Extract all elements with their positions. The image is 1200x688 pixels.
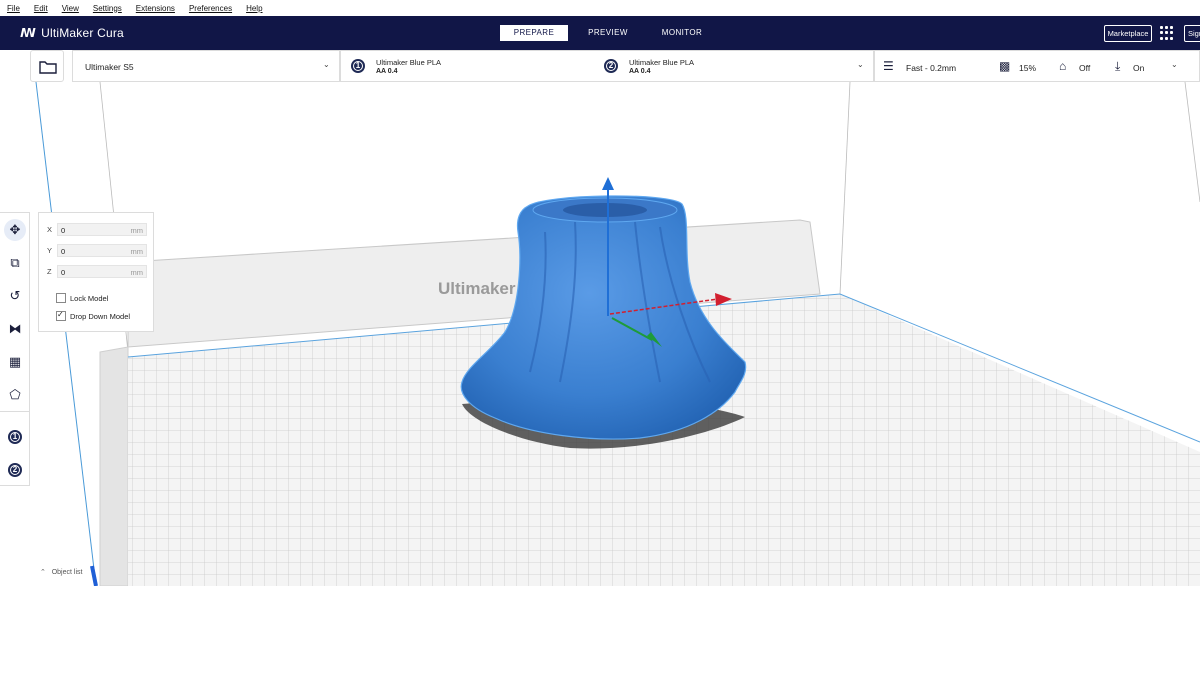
folder-icon [39,61,57,74]
z-value: 0 [61,267,66,277]
sign-in-button[interactable]: Sign [1184,25,1200,42]
marketplace-button[interactable]: Marketplace [1104,25,1152,42]
extruder-2-material: Ultimaker Blue PLA [629,58,695,67]
scale-tool-icon[interactable]: ⧉ [4,252,26,274]
tool-panel: ✥ ⧉ ↺ ⧓ ▦ ⬠ 1 2 [0,212,30,486]
extruder-2-badge: 2 [604,59,618,73]
menu-preferences[interactable]: Preferences [189,4,232,13]
menu-extensions[interactable]: Extensions [136,4,175,13]
drop-down-model-label: Drop Down Model [70,311,131,321]
menu-view[interactable]: View [62,4,79,13]
x-unit: mm [130,225,144,235]
chevron-down-icon: ⌄ [323,60,330,69]
menu-bar: File Edit View Settings Extensions Prefe… [0,0,1200,16]
lock-model-box[interactable] [56,293,66,303]
printer-name: Ultimaker S5 [85,62,134,72]
chevron-up-icon: ⌃ [40,569,46,576]
per-model-settings-icon[interactable]: ▦ [4,351,26,373]
adhesion-value: On [1133,63,1145,73]
move-tool-panel: X 0 mm Y 0 mm Z 0 mm Lock Model Drop Dow… [38,212,154,332]
y-row: Y 0 mm [47,243,147,257]
stage-tabs: PREPARE PREVIEW MONITOR [500,25,722,41]
extruder-1-icon[interactable]: 1 [4,426,26,448]
x-position-input[interactable]: 0 mm [57,222,147,236]
profile-label: Fast - 0.2mm [906,63,957,73]
x-row: X 0 mm [47,222,147,236]
tab-prepare[interactable]: PREPARE [500,25,568,41]
extruder-1-tool-badge: 1 [8,430,22,444]
material-selector[interactable]: 1 Ultimaker Blue PLA AA 0.4 2 Ultimaker … [340,50,874,82]
chevron-down-icon: ⌄ [857,60,864,69]
app-header: ꟿ UltiMaker Cura PREPARE PREVIEW MONITOR… [0,16,1200,50]
drop-down-model-checkbox[interactable]: Drop Down Model [56,310,131,321]
chevron-down-icon: ⌄ [1171,60,1178,69]
ultimaker-logo-icon: ꟿ [20,26,37,40]
extruder-1-badge: 1 [351,59,365,73]
extruder-1-material: Ultimaker Blue PLA [376,58,442,67]
sliders-icon: ☰ [883,59,894,73]
y-value: 0 [61,246,66,256]
object-list-label: Object list [51,569,83,576]
menu-settings[interactable]: Settings [93,4,122,13]
printer-selector[interactable]: Ultimaker S5 ⌄ [72,50,340,82]
rotate-tool-icon[interactable]: ↺ [4,285,26,307]
move-tool-icon[interactable]: ✥ [4,219,26,241]
x-value: 0 [61,225,66,235]
support-icon: ⌂ [1059,59,1067,73]
menu-edit[interactable]: Edit [34,4,48,13]
extruder-2-core: AA 0.4 [629,68,651,75]
y-unit: mm [130,246,144,256]
x-label: X [47,224,53,234]
infill-value: 15% [1019,63,1037,73]
object-list-toggle[interactable]: ⌃ Object list [40,568,82,576]
drop-down-model-box[interactable] [56,310,66,321]
app-title: UltiMaker Cura [41,26,124,40]
lock-model-label: Lock Model [70,293,109,303]
mirror-tool-icon[interactable]: ⧓ [4,318,26,340]
lock-model-checkbox[interactable]: Lock Model [56,293,108,303]
infill-icon: ▩ [999,59,1011,73]
support-value: Off [1079,63,1091,73]
open-file-button[interactable] [30,50,64,82]
z-position-input[interactable]: 0 mm [57,264,147,278]
menu-file[interactable]: File [7,4,20,13]
menu-help[interactable]: Help [246,4,262,13]
extruder-2-tool-badge: 2 [8,463,22,477]
tab-preview[interactable]: PREVIEW [574,25,642,41]
backplate-logo-text: Ultimaker [438,279,516,298]
build-plate-scene: Ultimaker [35,82,1200,586]
z-row: Z 0 mm [47,264,147,278]
volume-edge-left [35,82,97,586]
adhesion-icon: ⤓ [1115,59,1121,73]
z-label: Z [47,266,52,276]
y-label: Y [47,245,53,255]
app-logo: ꟿ UltiMaker Cura [20,26,124,40]
apps-grid-icon[interactable] [1160,26,1174,40]
print-settings-selector[interactable]: ☰ Fast - 0.2mm ▩ 15% ⌂ Off ⤓ On ⌄ [874,50,1200,82]
extruder-2-icon[interactable]: 2 [4,459,26,481]
tab-monitor[interactable]: MONITOR [648,25,716,41]
z-unit: mm [130,267,144,277]
y-position-input[interactable]: 0 mm [57,243,147,257]
support-blocker-icon[interactable]: ⬠ [4,384,26,406]
3d-viewport[interactable]: Ultimaker [0,82,1200,586]
extruder-1-core: AA 0.4 [376,68,398,75]
